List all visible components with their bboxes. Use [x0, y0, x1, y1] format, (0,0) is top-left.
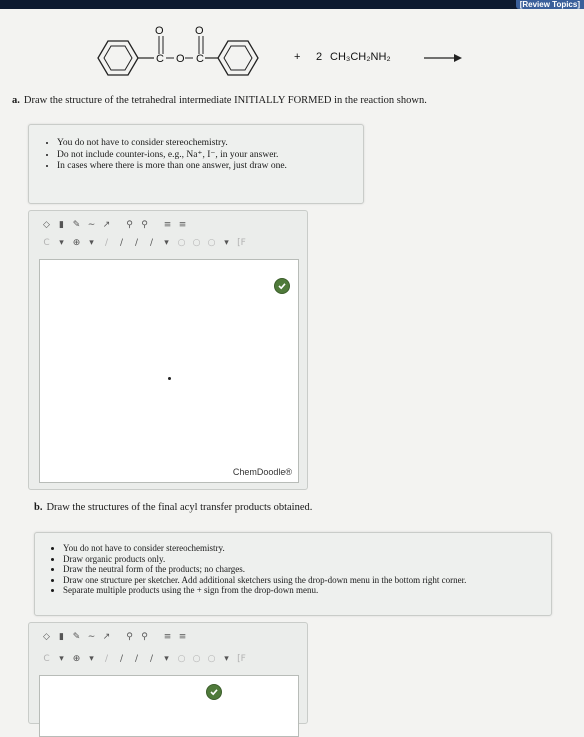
- ring-icon[interactable]: ○: [206, 237, 217, 248]
- lasso-icon[interactable]: ∼: [86, 631, 97, 642]
- svg-text:C: C: [196, 53, 204, 65]
- chevron-down-icon[interactable]: ▾: [161, 237, 172, 248]
- instruction-item: In cases where there is more than one an…: [57, 161, 363, 173]
- part-b-letter: b.: [34, 502, 43, 513]
- part-a-question: a. Draw the structure of the tetrahedral …: [12, 95, 427, 106]
- charge-icon[interactable]: ⊕: [71, 653, 82, 664]
- sketcher-b-toolbar-bottom: C ▾ ⊕ ▾ ∕ ∕ ∕ ∕ ▾ ○ ○ ○ ▾ [F: [41, 653, 247, 664]
- plus-sign: +: [294, 51, 301, 63]
- sketcher-b: ◇ ▮ ✎ ∼ ↗ ⚲ ⚲ ≡ ≡ C ▾ ⊕ ▾ ∕ ∕ ∕ ∕ ▾ ○ ○ …: [28, 622, 308, 737]
- zoom-out-icon[interactable]: ⚲: [139, 219, 150, 230]
- chevron-down-icon[interactable]: ▾: [86, 237, 97, 248]
- bond-icon[interactable]: ◇: [41, 219, 52, 230]
- sketcher-a: ◇ ▮ ✎ ∼ ↗ ⚲ ⚲ ≡ ≡ C ▾ ⊕ ▾ ∕ ∕ ∕ ∕ ▾ ○ ○ …: [28, 210, 308, 490]
- instruction-item: Draw organic products only.: [63, 554, 551, 565]
- anhydride-structure: O C O O C: [97, 26, 462, 76]
- element-c-icon[interactable]: C: [41, 653, 52, 664]
- clean-icon[interactable]: ≡: [177, 219, 188, 230]
- instruction-item: Separate multiple products using the + s…: [63, 585, 551, 596]
- text-icon[interactable]: [F: [236, 653, 247, 664]
- part-a-prompt: Draw the structure of the tetrahedral in…: [23, 95, 427, 106]
- chevron-down-icon[interactable]: ▾: [86, 653, 97, 664]
- template-icon[interactable]: ≡: [162, 631, 173, 642]
- svg-text:O: O: [155, 26, 164, 37]
- ring-icon[interactable]: ○: [176, 653, 187, 664]
- svg-text:O: O: [176, 53, 185, 65]
- chemdoodle-logo: ChemDoodle®: [232, 467, 292, 477]
- chevron-down-icon[interactable]: ▾: [221, 237, 232, 248]
- instruction-item: Draw one structure per sketcher. Add add…: [63, 575, 551, 586]
- element-c-icon[interactable]: C: [41, 237, 52, 248]
- chevron-down-icon[interactable]: ▾: [161, 653, 172, 664]
- coefficient: 2: [316, 51, 323, 63]
- chevron-down-icon[interactable]: ▾: [56, 237, 67, 248]
- reaction-scheme: O C O O C + 2 CH₃CH₂NH₂: [84, 26, 484, 86]
- zoom-in-icon[interactable]: ⚲: [124, 631, 135, 642]
- instruction-item: You do not have to consider stereochemis…: [63, 543, 551, 554]
- sketcher-a-canvas[interactable]: ChemDoodle®: [39, 259, 299, 483]
- ring-icon[interactable]: ○: [191, 237, 202, 248]
- single-bond-icon[interactable]: ∕: [101, 653, 112, 664]
- sketcher-a-toolbar-bottom: C ▾ ⊕ ▾ ∕ ∕ ∕ ∕ ▾ ○ ○ ○ ▾ [F: [41, 237, 247, 248]
- zoom-out-icon[interactable]: ⚲: [139, 631, 150, 642]
- amine-formula: CH₃CH₂NH₂: [330, 51, 391, 63]
- clean-icon[interactable]: ≡: [177, 631, 188, 642]
- zoom-in-icon[interactable]: ⚲: [124, 219, 135, 230]
- part-b-question: b. Draw the structures of the final acyl …: [34, 502, 312, 513]
- charge-icon[interactable]: ⊕: [71, 237, 82, 248]
- wedge-bond-icon[interactable]: ∕: [131, 237, 142, 248]
- ring-icon[interactable]: ○: [206, 653, 217, 664]
- sketcher-b-canvas[interactable]: [39, 675, 299, 737]
- template-icon[interactable]: ≡: [162, 219, 173, 230]
- arrow-icon[interactable]: ↗: [101, 631, 112, 642]
- chevron-down-icon[interactable]: ▾: [221, 653, 232, 664]
- part-b-prompt: Draw the structures of the final acyl tr…: [46, 502, 313, 513]
- hash-bond-icon[interactable]: ∕: [146, 237, 157, 248]
- check-icon[interactable]: [206, 684, 222, 700]
- part-a-instructions: You do not have to consider stereochemis…: [28, 124, 364, 204]
- single-bond-icon[interactable]: ∕: [101, 237, 112, 248]
- sketcher-a-toolbar-top: ◇ ▮ ✎ ∼ ↗ ⚲ ⚲ ≡ ≡: [41, 219, 188, 230]
- svg-text:O: O: [195, 26, 204, 37]
- canvas-dot: [168, 377, 171, 380]
- bond-icon[interactable]: ◇: [41, 631, 52, 642]
- arrow-icon[interactable]: ↗: [101, 219, 112, 230]
- double-bond-icon[interactable]: ∕: [116, 653, 127, 664]
- svg-text:C: C: [156, 53, 164, 65]
- pencil-icon[interactable]: ✎: [71, 631, 82, 642]
- instruction-item: You do not have to consider stereochemis…: [57, 138, 363, 150]
- check-icon[interactable]: [274, 278, 290, 294]
- ring-icon[interactable]: ○: [191, 653, 202, 664]
- instruction-item: Do not include counter-ions, e.g., Na⁺, …: [57, 150, 363, 162]
- instruction-item: Draw the neutral form of the products; n…: [63, 564, 551, 575]
- wedge-bond-icon[interactable]: ∕: [131, 653, 142, 664]
- part-a-letter: a.: [12, 95, 20, 106]
- pencil-icon[interactable]: ✎: [71, 219, 82, 230]
- ring-icon[interactable]: ○: [176, 237, 187, 248]
- erase-icon[interactable]: ▮: [56, 219, 67, 230]
- double-bond-icon[interactable]: ∕: [116, 237, 127, 248]
- erase-icon[interactable]: ▮: [56, 631, 67, 642]
- lasso-icon[interactable]: ∼: [86, 219, 97, 230]
- top-bar: [Review Topics]: [0, 0, 584, 9]
- sketcher-b-toolbar-top: ◇ ▮ ✎ ∼ ↗ ⚲ ⚲ ≡ ≡: [41, 631, 188, 642]
- review-topics-link[interactable]: [Review Topics]: [515, 0, 584, 9]
- text-icon[interactable]: [F: [236, 237, 247, 248]
- part-b-instructions: You do not have to consider stereochemis…: [34, 532, 552, 616]
- chevron-down-icon[interactable]: ▾: [56, 653, 67, 664]
- hash-bond-icon[interactable]: ∕: [146, 653, 157, 664]
